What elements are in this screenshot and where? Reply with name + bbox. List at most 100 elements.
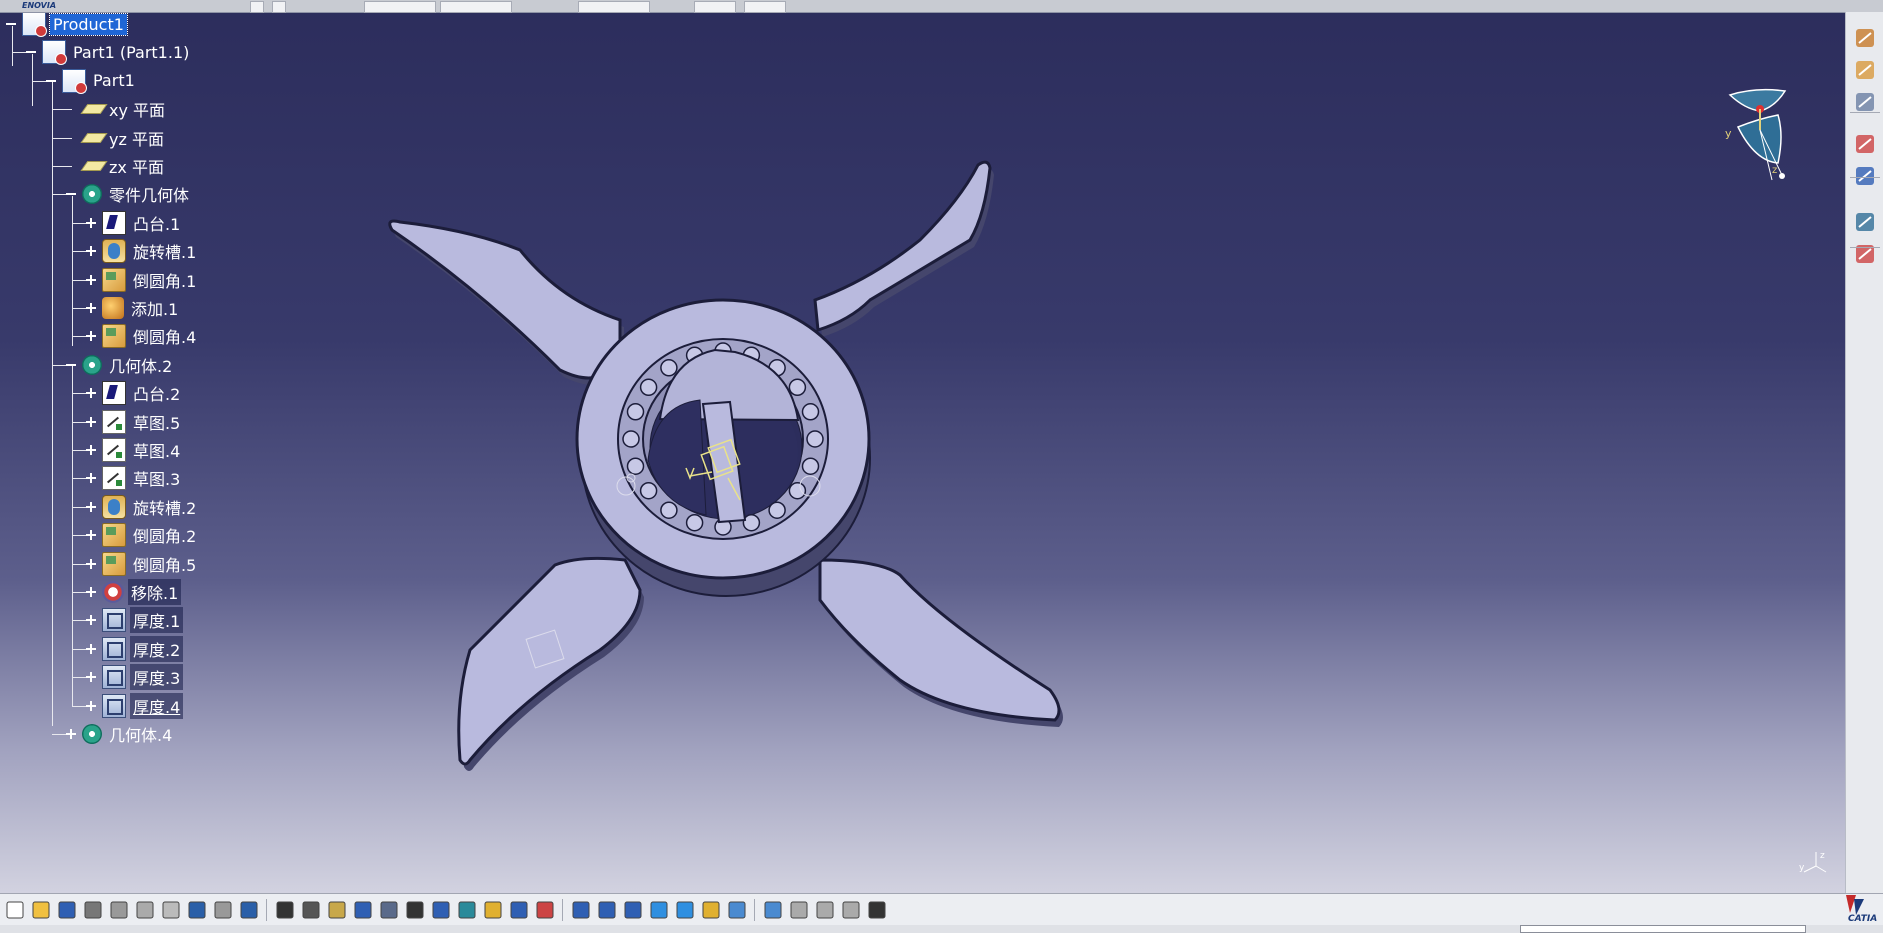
tree-node[interactable]: 倒圆角.2 [84, 521, 199, 549]
tree-node-label[interactable]: 添加.1 [128, 295, 181, 321]
iso-view-icon[interactable] [674, 899, 696, 921]
hub[interactable] [575, 298, 871, 597]
expand-icon[interactable] [84, 329, 98, 343]
blade-bottom-left[interactable] [457, 556, 642, 766]
tree-node[interactable]: 草图.3 [84, 464, 183, 492]
tree-node[interactable]: 添加.1 [84, 294, 181, 322]
expand-icon[interactable] [84, 216, 98, 230]
save-icon[interactable] [56, 899, 78, 921]
open-icon[interactable] [30, 899, 52, 921]
command-input[interactable] [1520, 925, 1806, 933]
render-style-icon[interactable] [700, 899, 722, 921]
tree-node[interactable]: 倒圆角.1 [84, 266, 199, 294]
expand-icon[interactable] [84, 528, 98, 542]
tree-node[interactable]: 倒圆角.4 [84, 322, 199, 350]
sketcher-icon[interactable] [1853, 26, 1877, 50]
tree-node[interactable]: 草图.4 [84, 436, 183, 464]
lock-icon[interactable] [404, 899, 426, 921]
tree-node[interactable]: 凸台.1 [84, 209, 183, 237]
knowledge-icon[interactable] [1853, 90, 1877, 114]
expand-icon[interactable] [84, 443, 98, 457]
swap-space-icon[interactable] [762, 899, 784, 921]
blade-bottom-right[interactable] [818, 558, 1061, 722]
tree-node[interactable]: 几何体.2 [64, 351, 175, 379]
tree-node-label[interactable]: 草图.5 [130, 409, 183, 435]
table-icon[interactable] [352, 899, 374, 921]
undo-icon[interactable] [186, 899, 208, 921]
toolbar-chip[interactable] [364, 1, 436, 13]
tree-node-label[interactable]: 几何体.2 [106, 352, 175, 378]
expand-icon[interactable] [64, 727, 78, 741]
analysis-icon[interactable] [1853, 132, 1877, 156]
expand-icon[interactable] [84, 642, 98, 656]
view-icon[interactable] [1853, 164, 1877, 188]
tree-node-label[interactable]: yz 平面 [106, 125, 167, 151]
tree-node-label[interactable]: 移除.1 [128, 579, 182, 605]
tree-node[interactable]: 几何体.4 [64, 720, 175, 748]
collapse-icon[interactable] [24, 45, 38, 59]
tree-node[interactable]: 倒圆角.5 [84, 550, 199, 578]
eye-icon[interactable] [1853, 210, 1877, 234]
tree-node[interactable]: Product1 [4, 10, 128, 38]
tree-node[interactable]: 厚度.1 [84, 606, 184, 634]
tree-node-label[interactable]: 凸台.2 [130, 380, 183, 406]
specification-tree[interactable]: Product1 Part1 (Part1.1) Part1 xy 平面 yz 平面 zx… [0, 6, 260, 886]
hide-show-icon[interactable] [726, 899, 748, 921]
collapse-icon[interactable] [4, 17, 18, 31]
tree-node[interactable]: 厚度.2 [84, 635, 184, 663]
paste-icon[interactable] [160, 899, 182, 921]
tree-node-label[interactable]: 草图.4 [130, 437, 183, 463]
select-icon[interactable] [1853, 58, 1877, 82]
tree-node-label[interactable]: 厚度.2 [130, 635, 184, 662]
cut-icon[interactable] [108, 899, 130, 921]
tree-node-label[interactable]: Part1 [90, 70, 138, 91]
collapse-icon[interactable] [44, 74, 58, 88]
expand-icon[interactable] [84, 471, 98, 485]
measure-icon[interactable] [430, 899, 452, 921]
pan-icon[interactable] [508, 899, 530, 921]
visibility-icon[interactable] [1853, 242, 1877, 266]
tree-node-label[interactable]: 草图.3 [130, 465, 183, 491]
rotate-icon[interactable] [534, 899, 556, 921]
normal-view-icon[interactable] [622, 899, 644, 921]
redo-icon[interactable] [212, 899, 234, 921]
constraint-def-icon[interactable] [840, 899, 862, 921]
expand-icon[interactable] [84, 699, 98, 713]
tree-node-label[interactable]: 厚度.1 [130, 607, 184, 634]
tree-node-label[interactable]: 厚度.3 [130, 664, 184, 691]
tree-node-label[interactable]: 几何体.4 [106, 721, 175, 747]
fit-all-icon[interactable] [482, 899, 504, 921]
new-icon[interactable] [4, 899, 26, 921]
tree-node-label[interactable]: zx 平面 [106, 153, 167, 179]
print-icon[interactable] [82, 899, 104, 921]
tree-node-label[interactable]: 倒圆角.4 [130, 323, 199, 349]
tree-node-label[interactable]: xy 平面 [106, 96, 168, 122]
tree-node[interactable]: 零件几何体 [64, 180, 192, 208]
compass-widget[interactable]: y z [1720, 85, 1790, 185]
tree-node[interactable]: yz 平面 [64, 124, 167, 152]
expand-icon[interactable] [84, 386, 98, 400]
collapse-icon[interactable] [64, 358, 78, 372]
whats-this-icon[interactable] [238, 899, 260, 921]
formula-icon[interactable] [274, 899, 296, 921]
tree-node[interactable]: 厚度.4 [84, 692, 184, 720]
multi-view-icon[interactable] [648, 899, 670, 921]
blade-top-left[interactable] [388, 219, 622, 380]
toolbar-chip[interactable] [440, 1, 512, 13]
tree-node-label[interactable]: Product1 [49, 12, 128, 36]
tree-node[interactable]: 旋转槽.1 [84, 237, 199, 265]
tree-node-label[interactable]: 旋转槽.2 [130, 494, 199, 520]
comment-icon[interactable] [300, 899, 322, 921]
tree-node-label[interactable]: 倒圆角.5 [130, 551, 199, 577]
compass-graphic[interactable]: y z [1720, 85, 1790, 185]
tree-node-label[interactable]: 倒圆角.1 [130, 267, 199, 293]
expand-icon[interactable] [84, 613, 98, 627]
3d-viewport[interactable]: y z y z Product1 Part1 (Part1.1) Part1 xy 平… [0, 0, 1845, 893]
toolbar-chip[interactable] [272, 1, 286, 13]
zoom-in-icon[interactable] [570, 899, 592, 921]
capture-icon[interactable] [866, 899, 888, 921]
expand-icon[interactable] [84, 244, 98, 258]
tree-node[interactable]: 凸台.2 [84, 379, 183, 407]
tree-node[interactable]: 厚度.3 [84, 663, 184, 691]
tree-node-label[interactable]: Part1 (Part1.1) [70, 42, 192, 63]
